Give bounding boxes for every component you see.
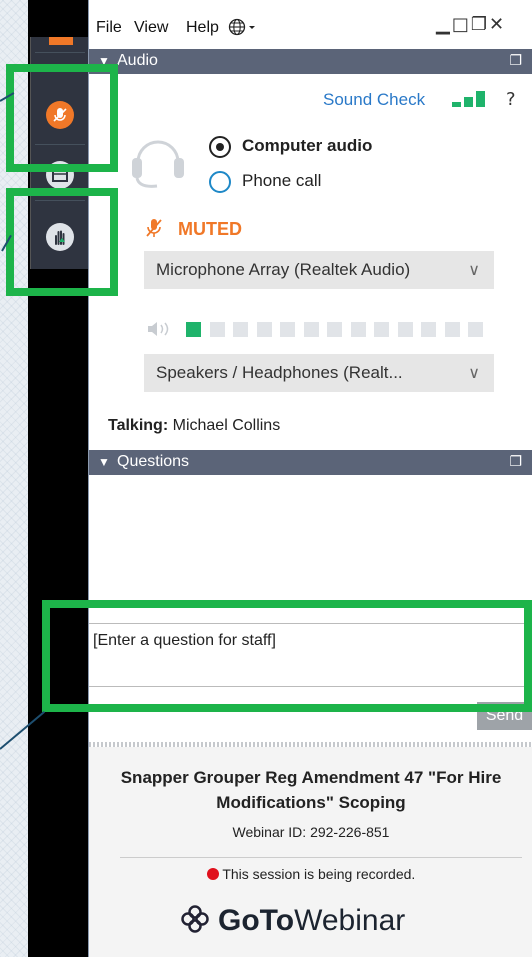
- highlight-box: [6, 64, 118, 172]
- computer-audio-radio[interactable]: [209, 136, 231, 158]
- muted-mic-icon: [144, 217, 164, 243]
- phone-call-radio[interactable]: [209, 171, 231, 193]
- level-segment: [397, 322, 413, 337]
- help-mark[interactable]: ?: [506, 89, 516, 110]
- goto-flower-icon: [180, 904, 210, 938]
- level-segment: [444, 322, 460, 337]
- restore-icon[interactable]: □: [452, 14, 471, 35]
- level-segment: [350, 322, 366, 337]
- questions-header-label: Questions: [117, 453, 190, 470]
- webinar-id: Webinar ID: 292-226-851: [232, 824, 390, 840]
- speakers-select[interactable]: Speakers / Headphones (Realt... ∨: [144, 354, 494, 392]
- level-segment: [374, 322, 389, 337]
- chevron-down-icon: ∨: [468, 262, 480, 279]
- webinar-title: Snapper Grouper Reg Amendment 47 "For Hi…: [120, 768, 502, 812]
- audio-header-label: Audio: [117, 52, 158, 69]
- chevron-down-icon: ∨: [468, 365, 480, 382]
- talking-indicator: Talking: Michael Collins: [108, 417, 280, 435]
- computer-audio-label[interactable]: Computer audio: [242, 136, 372, 156]
- level-segment: [209, 322, 225, 337]
- brand-webinar: Webinar: [294, 904, 406, 937]
- speakers-select-value: Speakers / Headphones (Realt...: [156, 363, 403, 382]
- microphone-select[interactable]: Microphone Array (Realtek Audio) ∨: [144, 251, 494, 289]
- signal-strength-icon: [452, 91, 490, 113]
- level-segment: [233, 322, 248, 337]
- highlight-box: [6, 188, 118, 296]
- divider: [120, 857, 522, 858]
- recording-dot-icon: [206, 868, 219, 880]
- level-segment: [421, 322, 436, 337]
- collapse-arrow-icon: ▼: [98, 455, 110, 469]
- speaker-volume-icon: [146, 320, 176, 342]
- level-segment: [303, 322, 319, 337]
- gotowebinar-logo: GoTo Webinar: [180, 901, 405, 941]
- audio-section-header[interactable]: ▼ Audio ❐: [89, 49, 532, 74]
- sound-check-link[interactable]: Sound Check: [323, 90, 425, 110]
- level-segment: [468, 322, 483, 337]
- toolbar-top-button[interactable]: [35, 37, 85, 53]
- close-icon[interactable]: ✕: [489, 14, 506, 35]
- recording-notice: This session is being recorded.: [110, 866, 512, 882]
- headset-icon: [128, 128, 188, 196]
- menu-help[interactable]: Help: [186, 19, 219, 37]
- highlight-box: [42, 600, 532, 712]
- window-controls: ▁□❐✕: [436, 14, 506, 35]
- popout-window-icon[interactable]: ❐: [471, 14, 489, 35]
- level-segment: [280, 322, 295, 337]
- radio-dot-icon: [216, 143, 224, 151]
- talking-name: Michael Collins: [172, 417, 281, 434]
- brand-goto: GoTo: [218, 904, 295, 937]
- muted-status: MUTED: [178, 219, 242, 239]
- talking-label: Talking:: [108, 417, 169, 434]
- questions-section-header[interactable]: ▼ Questions ❐: [89, 450, 532, 475]
- minimize-icon[interactable]: ▁: [436, 14, 452, 35]
- level-segment: [256, 322, 272, 337]
- menu-view[interactable]: View: [134, 19, 168, 37]
- globe-language-icon[interactable]: [228, 18, 258, 40]
- popout-icon[interactable]: ❐: [509, 453, 522, 470]
- level-segment: [327, 322, 342, 337]
- recording-text: This session is being recorded.: [222, 866, 416, 882]
- microphone-select-value: Microphone Array (Realtek Audio): [156, 260, 411, 279]
- popout-icon[interactable]: ❐: [509, 52, 522, 69]
- menu-file[interactable]: File: [96, 19, 122, 37]
- toolbar-orange-tab-icon: [49, 37, 73, 45]
- level-segment: [186, 322, 201, 337]
- phone-call-label[interactable]: Phone call: [242, 171, 321, 191]
